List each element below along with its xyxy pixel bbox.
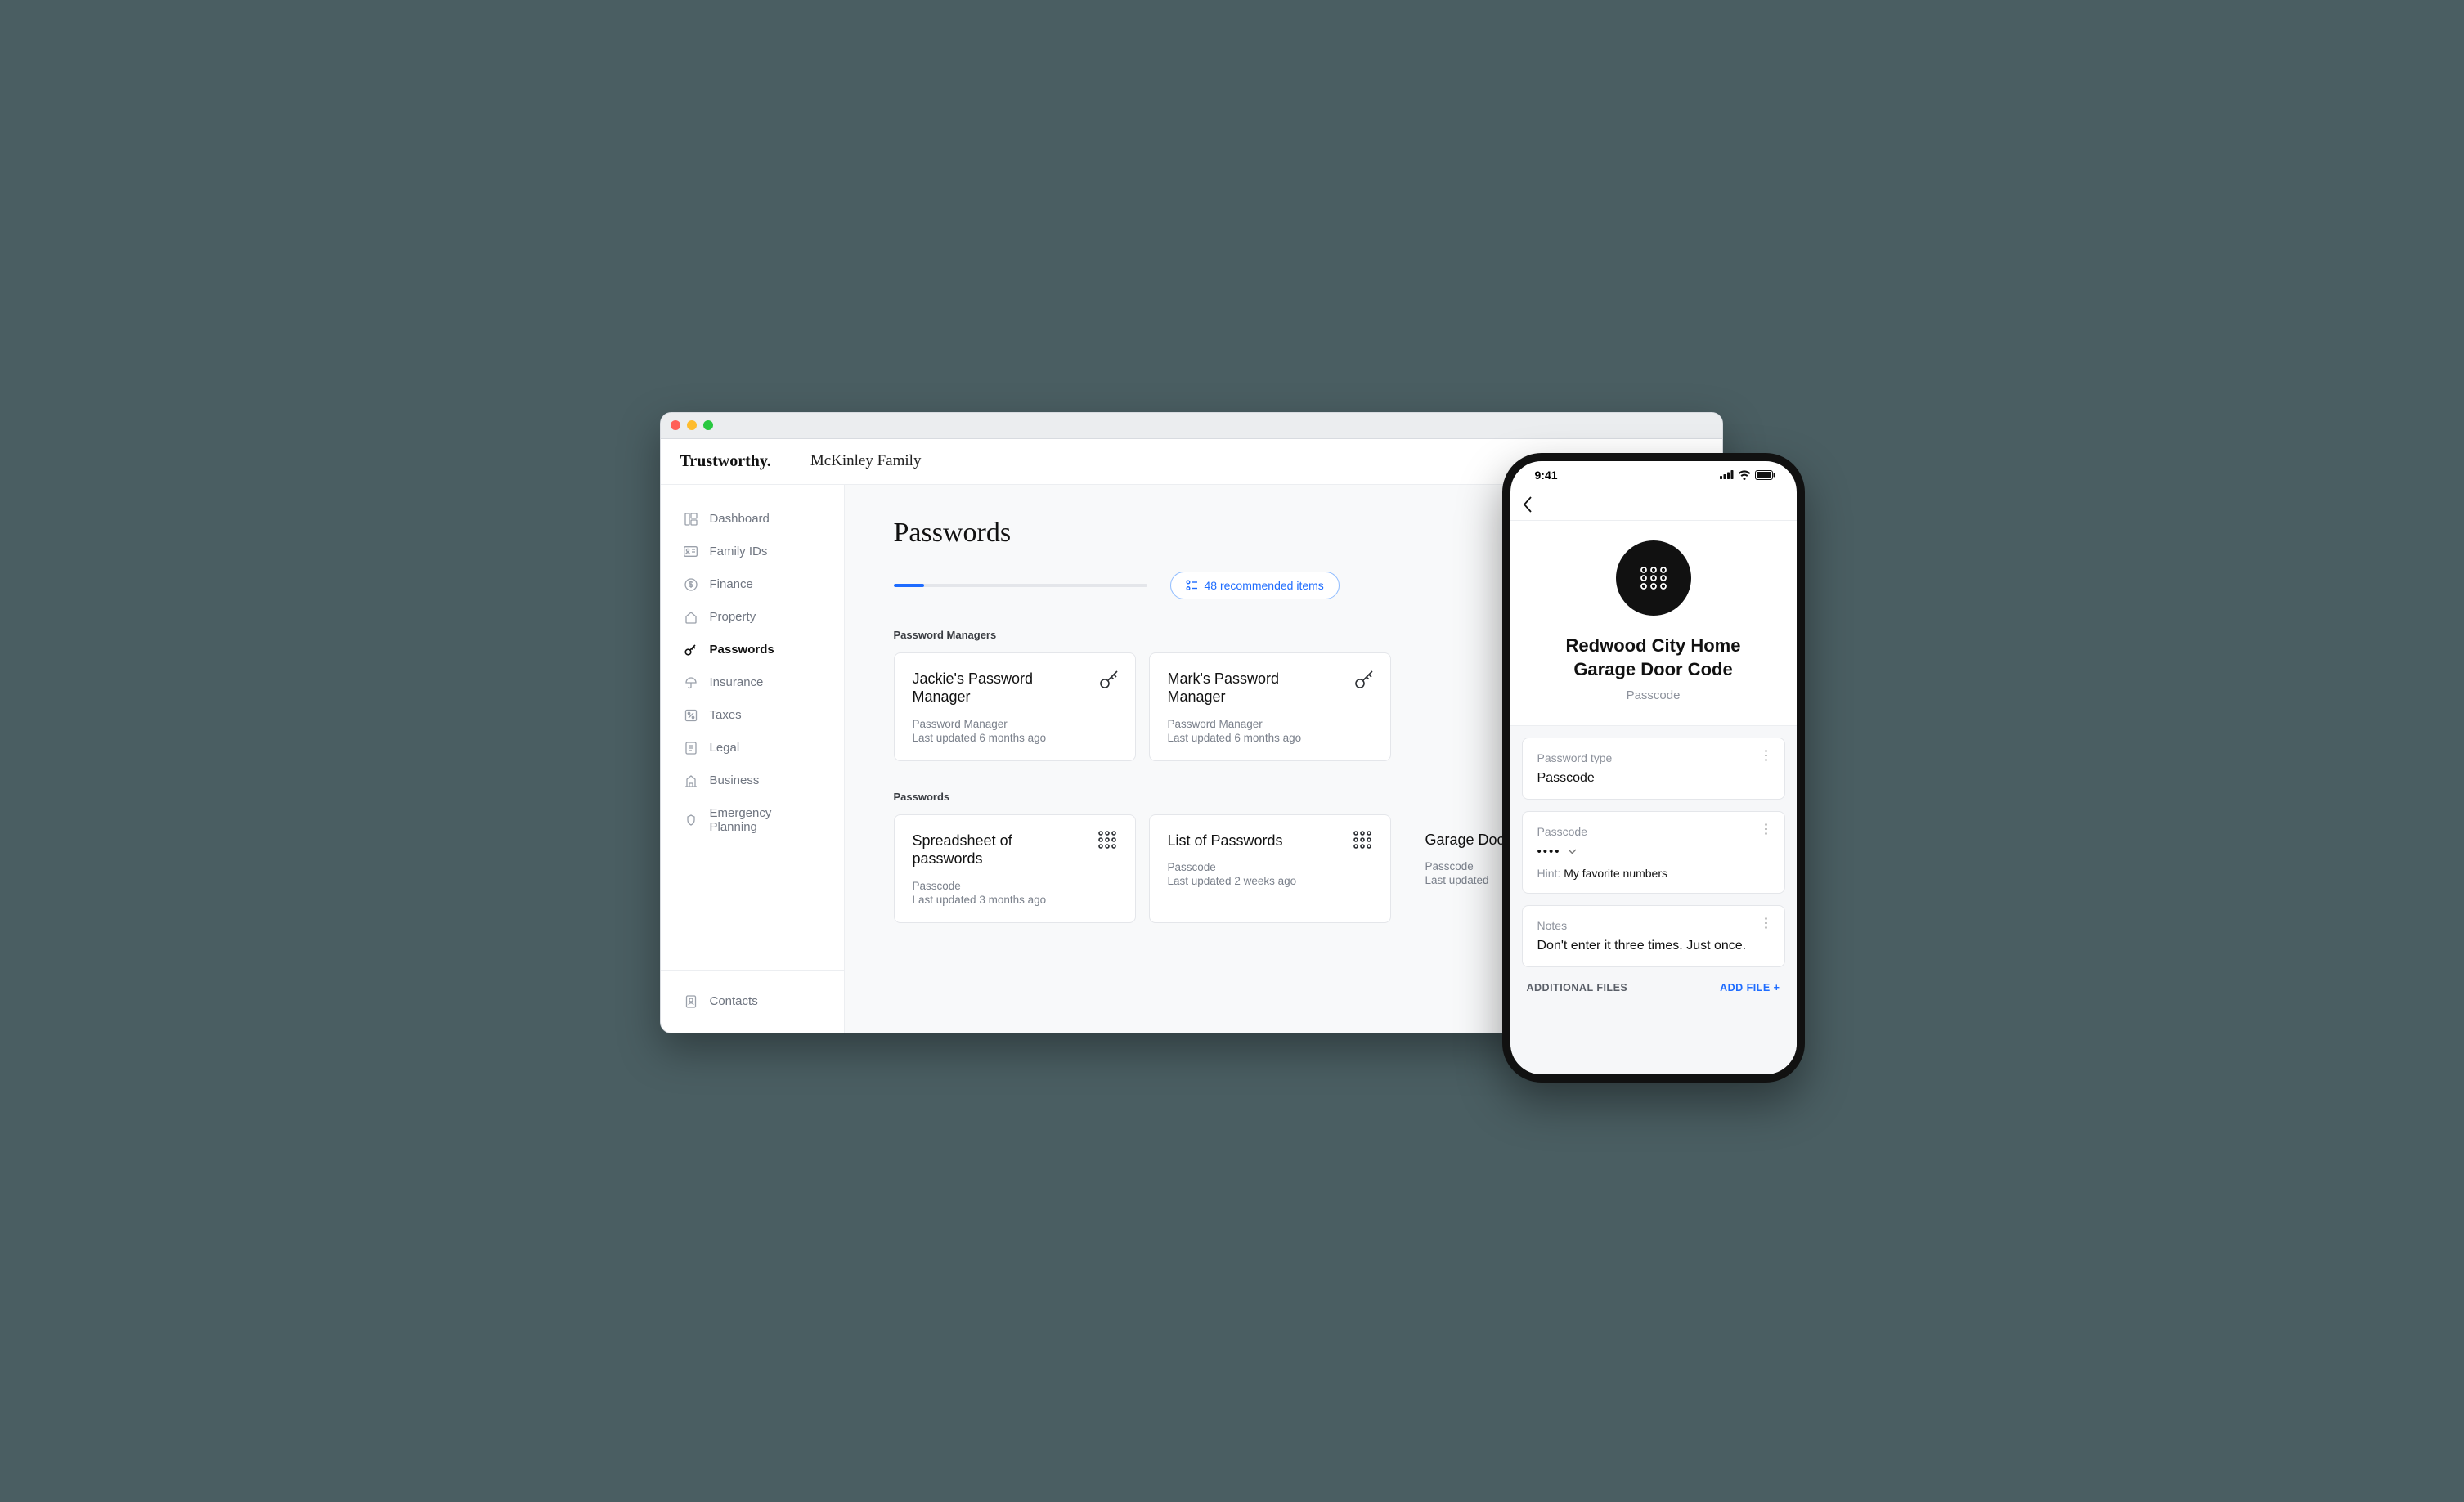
more-icon[interactable]: ⋮ bbox=[1760, 917, 1773, 930]
sidebar-item-finance[interactable]: Finance bbox=[661, 568, 844, 601]
sidebar-item-label: Emergency Planning bbox=[710, 806, 821, 834]
password-manager-card[interactable]: Mark's Password Manager Password Manager… bbox=[1149, 652, 1391, 761]
sidebar-item-label: Insurance bbox=[710, 675, 764, 689]
sidebar-item-label: Finance bbox=[710, 577, 753, 591]
reveal-passcode[interactable]: •••• bbox=[1537, 845, 1770, 859]
sidebar-item-insurance[interactable]: Insurance bbox=[661, 666, 844, 699]
card-title: Mark's Password Manager bbox=[1168, 670, 1372, 706]
sidebar-item-label: Dashboard bbox=[710, 512, 770, 526]
card-title: Jackie's Password Manager bbox=[913, 670, 1117, 706]
hint-label: Hint: bbox=[1537, 867, 1561, 880]
battery-icon bbox=[1755, 470, 1775, 480]
field-label: Notes bbox=[1537, 919, 1770, 932]
card-type: Password Manager bbox=[1168, 718, 1372, 730]
masked-value: •••• bbox=[1537, 845, 1561, 859]
sidebar-item-contacts[interactable]: Contacts bbox=[661, 985, 844, 1018]
window-minimize-button[interactable] bbox=[687, 420, 697, 430]
detail-title: Redwood City HomeGarage Door Code bbox=[1566, 634, 1741, 682]
sidebar-item-taxes[interactable]: Taxes bbox=[661, 699, 844, 732]
window-titlebar bbox=[661, 413, 1722, 439]
wifi-icon bbox=[1738, 470, 1751, 480]
card-updated: Last updated 3 months ago bbox=[913, 894, 1117, 906]
recommended-label: 48 recommended items bbox=[1205, 579, 1324, 592]
more-icon[interactable]: ⋮ bbox=[1760, 750, 1773, 763]
document-icon bbox=[684, 741, 698, 755]
building-icon bbox=[684, 773, 698, 788]
brand-logo: Trustworthy. bbox=[680, 452, 771, 471]
keypad-hero-icon bbox=[1616, 540, 1691, 616]
password-card[interactable]: Spreadsheet of passwords Passcode Last u… bbox=[894, 814, 1136, 923]
keypad-icon bbox=[1353, 830, 1376, 853]
card-updated: Last updated 6 months ago bbox=[913, 732, 1117, 744]
phone-nav bbox=[1510, 489, 1797, 520]
dashboard-icon bbox=[684, 512, 698, 527]
sidebar-item-property[interactable]: Property bbox=[661, 601, 844, 634]
contacts-icon bbox=[684, 994, 698, 1009]
card-updated: Last updated 6 months ago bbox=[1168, 732, 1372, 744]
field-password-type[interactable]: ⋮ Password type Passcode bbox=[1522, 738, 1785, 800]
card-type: Password Manager bbox=[913, 718, 1117, 730]
detail-subtitle: Passcode bbox=[1627, 688, 1681, 702]
sidebar-item-family-ids[interactable]: Family IDs bbox=[661, 536, 844, 568]
home-icon bbox=[684, 610, 698, 625]
key-icon bbox=[1097, 668, 1120, 691]
progress-bar bbox=[894, 584, 1147, 587]
key-icon bbox=[1353, 668, 1376, 691]
sidebar: Dashboard Family IDs Finance bbox=[661, 485, 845, 1033]
emergency-icon bbox=[684, 813, 698, 827]
hint-value: My favorite numbers bbox=[1564, 867, 1667, 880]
field-label: Passcode bbox=[1537, 825, 1770, 838]
sidebar-item-emergency[interactable]: Emergency Planning bbox=[661, 797, 844, 843]
more-icon[interactable]: ⋮ bbox=[1760, 823, 1773, 836]
signal-icon bbox=[1720, 470, 1734, 479]
status-time: 9:41 bbox=[1535, 469, 1558, 482]
field-notes[interactable]: ⋮ Notes Don't enter it three times. Just… bbox=[1522, 905, 1785, 967]
sidebar-item-label: Property bbox=[710, 610, 756, 624]
field-label: Password type bbox=[1537, 751, 1770, 764]
window-close-button[interactable] bbox=[671, 420, 680, 430]
back-button[interactable] bbox=[1522, 495, 1533, 513]
checklist-icon bbox=[1186, 580, 1198, 591]
sidebar-item-passwords[interactable]: Passwords bbox=[661, 634, 844, 666]
percent-icon bbox=[684, 708, 698, 723]
window-maximize-button[interactable] bbox=[703, 420, 713, 430]
card-type: Passcode bbox=[1168, 861, 1372, 873]
sidebar-item-label: Passwords bbox=[710, 643, 774, 657]
recommended-items-pill[interactable]: 48 recommended items bbox=[1170, 572, 1340, 599]
card-updated: Last updated 2 weeks ago bbox=[1168, 875, 1372, 887]
sidebar-item-label: Contacts bbox=[710, 994, 758, 1008]
sidebar-item-label: Family IDs bbox=[710, 545, 768, 558]
sidebar-item-business[interactable]: Business bbox=[661, 764, 844, 797]
umbrella-icon bbox=[684, 675, 698, 690]
chevron-down-icon bbox=[1568, 849, 1577, 854]
field-passcode[interactable]: ⋮ Passcode •••• Hint: My favorite number… bbox=[1522, 811, 1785, 894]
password-card[interactable]: List of Passwords Passcode Last updated … bbox=[1149, 814, 1391, 923]
phone-statusbar: 9:41 bbox=[1510, 461, 1797, 489]
card-type: Passcode bbox=[913, 880, 1117, 892]
field-value: Don't enter it three times. Just once. bbox=[1537, 939, 1770, 953]
key-icon bbox=[684, 643, 698, 657]
phone-mockup: 9:41 Redwood bbox=[1502, 453, 1805, 1083]
card-title: Spreadsheet of passwords bbox=[913, 832, 1117, 868]
keypad-icon bbox=[1097, 830, 1120, 853]
id-card-icon bbox=[684, 545, 698, 559]
sidebar-item-label: Business bbox=[710, 773, 760, 787]
card-title: List of Passwords bbox=[1168, 832, 1372, 850]
add-file-button[interactable]: ADD FILE + bbox=[1720, 982, 1780, 993]
sidebar-item-label: Legal bbox=[710, 741, 740, 755]
field-value: Passcode bbox=[1537, 771, 1770, 786]
password-manager-card[interactable]: Jackie's Password Manager Password Manag… bbox=[894, 652, 1136, 761]
additional-files-label: ADDITIONAL FILES bbox=[1527, 982, 1628, 993]
dollar-icon bbox=[684, 577, 698, 592]
sidebar-item-legal[interactable]: Legal bbox=[661, 732, 844, 764]
sidebar-item-dashboard[interactable]: Dashboard bbox=[661, 503, 844, 536]
sidebar-item-label: Taxes bbox=[710, 708, 742, 722]
family-name[interactable]: McKinley Family bbox=[810, 452, 922, 470]
phone-hero: Redwood City HomeGarage Door Code Passco… bbox=[1510, 521, 1797, 725]
